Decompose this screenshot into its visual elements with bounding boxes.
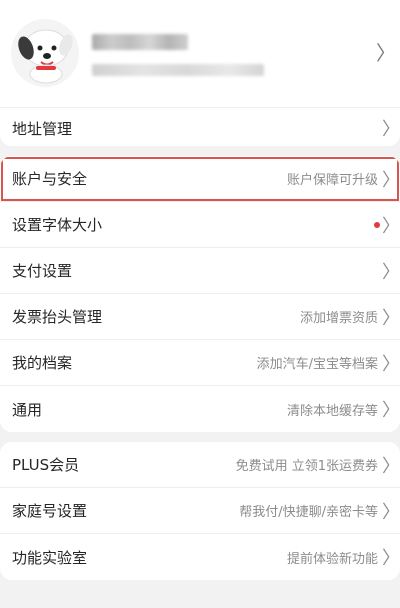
row-value: 免费试用 立领1张运费券: [235, 459, 378, 474]
address-management-row[interactable]: 地址管理 〉: [0, 108, 400, 146]
chevron-right-icon: 〉: [382, 119, 400, 140]
chevron-right-icon[interactable]: 〉: [376, 43, 396, 63]
row-label: 我的档案: [12, 354, 73, 372]
chevron-right-icon: 〉: [382, 400, 400, 421]
family-account-row[interactable]: 家庭号设置 帮我付/快捷聊/亲密卡等 〉: [0, 488, 400, 534]
my-profile-row[interactable]: 我的档案 添加汽车/宝宝等档案 〉: [0, 340, 400, 386]
row-label: 支付设置: [12, 262, 73, 280]
feature-lab-row[interactable]: 功能实验室 提前体验新功能 〉: [0, 534, 400, 580]
chevron-right-icon: 〉: [382, 353, 400, 375]
user-name-blurred: [92, 34, 188, 50]
row-value: 添加汽车/宝宝等档案: [256, 357, 378, 372]
account-security-row[interactable]: 账户与安全 账户保障可升级 〉: [0, 156, 400, 202]
chevron-right-icon: 〉: [382, 215, 400, 237]
row-value: 帮我付/快捷聊/亲密卡等: [239, 505, 378, 520]
row-label: 家庭号设置: [12, 502, 88, 520]
plus-member-row[interactable]: PLUS会员 免费试用 立领1张运费券 〉: [0, 442, 400, 488]
chevron-right-icon: 〉: [382, 307, 400, 329]
red-dot-badge: [374, 221, 380, 228]
row-label: 账户与安全: [12, 170, 88, 188]
profile-card: 〉 地址管理 〉: [0, 0, 400, 146]
invoice-header-row[interactable]: 发票抬头管理 添加增票资质 〉: [0, 294, 400, 340]
chevron-right-icon: 〉: [382, 501, 400, 523]
profile-row[interactable]: 〉: [0, 0, 400, 108]
row-label: 通用: [12, 400, 43, 419]
extras-card: PLUS会员 免费试用 立领1张运费券 〉 家庭号设置 帮我付/快捷聊/亲密卡等…: [0, 442, 400, 580]
row-label: 地址管理: [12, 119, 73, 138]
row-value: 账户保障可升级: [286, 173, 378, 188]
font-size-row[interactable]: 设置字体大小 〉: [0, 202, 400, 248]
row-value: 提前体验新功能: [286, 551, 378, 567]
settings-card: 账户与安全 账户保障可升级 〉 设置字体大小 〉 支付设置 〉 发票抬头管理 添…: [0, 156, 400, 432]
row-label: 发票抬头管理: [12, 308, 103, 326]
chevron-right-icon: 〉: [382, 169, 400, 191]
chevron-right-icon: 〉: [382, 455, 400, 477]
general-row[interactable]: 通用 清除本地缓存等 〉: [0, 386, 400, 432]
chevron-right-icon: 〉: [382, 261, 400, 283]
row-label: PLUS会员: [12, 456, 80, 474]
row-value: 清除本地缓存等: [286, 403, 378, 419]
row-label: 设置字体大小: [12, 216, 103, 234]
row-value: 添加增票资质: [299, 311, 378, 326]
row-label: 功能实验室: [12, 548, 88, 567]
payment-settings-row[interactable]: 支付设置 〉: [0, 248, 400, 294]
chevron-right-icon: 〉: [382, 548, 400, 569]
avatar[interactable]: [10, 18, 80, 88]
user-id-blurred: [92, 64, 264, 76]
